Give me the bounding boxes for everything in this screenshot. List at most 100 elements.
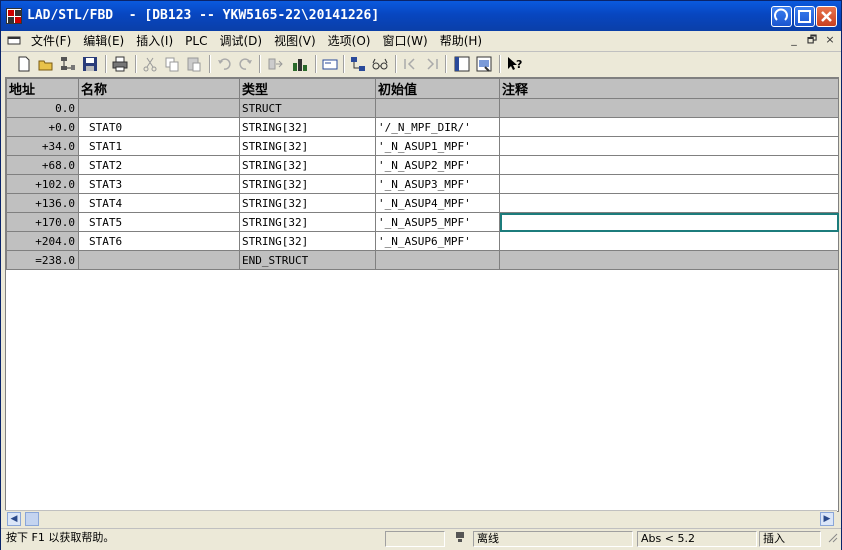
cell-name[interactable]: STAT5 xyxy=(78,212,240,232)
copy-icon[interactable] xyxy=(163,55,181,73)
cell-name[interactable]: STAT2 xyxy=(78,155,240,175)
cell-address[interactable]: =238.0 xyxy=(6,250,79,270)
cell-type[interactable]: STRING[32] xyxy=(239,174,376,194)
cell-name[interactable]: STAT0 xyxy=(78,117,240,137)
menu-item-2[interactable]: 插入(I) xyxy=(130,33,179,49)
print-icon[interactable] xyxy=(111,55,129,73)
cell-type[interactable]: STRING[32] xyxy=(239,155,376,175)
open-folder-icon[interactable] xyxy=(37,55,55,73)
scroll-right-button[interactable]: ▶ xyxy=(820,512,834,526)
table-row[interactable]: 0.0 STRUCT xyxy=(6,98,839,118)
mdi-child-icon[interactable] xyxy=(7,35,21,46)
cell-initial-value[interactable] xyxy=(375,250,500,270)
cell-initial-value[interactable]: '_N_ASUP1_MPF' xyxy=(375,136,500,156)
cell-initial-value[interactable]: '/_N_MPF_DIR/' xyxy=(375,117,500,137)
table-row[interactable]: =238.0 END_STRUCT xyxy=(6,250,839,270)
menu-item-0[interactable]: 文件(F) xyxy=(25,33,77,49)
context-help-icon[interactable]: ? xyxy=(505,55,523,73)
mdi-minimize-button[interactable]: _ xyxy=(787,33,801,47)
last-icon[interactable] xyxy=(423,55,441,73)
cell-address[interactable]: +170.0 xyxy=(6,212,79,232)
table-row[interactable]: +204.0 STAT6 STRING[32] '_N_ASUP6_MPF' xyxy=(6,231,839,251)
cell-comment[interactable] xyxy=(499,212,839,232)
paste-icon[interactable] xyxy=(185,55,203,73)
header-address[interactable]: 地址 xyxy=(6,78,79,99)
undo-icon[interactable] xyxy=(215,55,233,73)
monitor-icon[interactable] xyxy=(291,55,309,73)
cell-address[interactable]: +136.0 xyxy=(6,193,79,213)
cell-type[interactable]: END_STRUCT xyxy=(239,250,376,270)
menu-item-8[interactable]: 帮助(H) xyxy=(434,33,488,49)
menu-item-4[interactable]: 调试(D) xyxy=(213,33,268,49)
cell-initial-value[interactable]: '_N_ASUP5_MPF' xyxy=(375,212,500,232)
cell-type[interactable]: STRING[32] xyxy=(239,212,376,232)
cell-address[interactable]: +68.0 xyxy=(6,155,79,175)
title-bar[interactable]: LAD/STL/FBD - [DB123 -- YKW5165-22\20141… xyxy=(1,1,841,31)
cell-name[interactable]: STAT3 xyxy=(78,174,240,194)
cell-comment[interactable] xyxy=(499,117,839,137)
menu-item-7[interactable]: 窗口(W) xyxy=(376,33,433,49)
cell-address[interactable]: +102.0 xyxy=(6,174,79,194)
cell-initial-value[interactable] xyxy=(375,98,500,118)
close-button[interactable] xyxy=(816,6,837,27)
table-row[interactable]: +0.0 STAT0 STRING[32] '/_N_MPF_DIR/' xyxy=(6,117,839,137)
horizontal-scrollbar[interactable]: ◀ ▶ xyxy=(5,510,837,527)
maximize-button[interactable] xyxy=(794,6,815,27)
minimize-button[interactable] xyxy=(771,6,792,27)
resize-grip-icon[interactable] xyxy=(823,531,839,547)
cell-name[interactable] xyxy=(78,250,240,270)
cell-comment[interactable] xyxy=(499,98,839,118)
cell-type[interactable]: STRUCT xyxy=(239,98,376,118)
cell-comment[interactable] xyxy=(499,155,839,175)
scroll-left-button[interactable]: ◀ xyxy=(7,512,21,526)
declaration-view-icon[interactable] xyxy=(321,55,339,73)
scroll-thumb[interactable] xyxy=(25,512,39,526)
cell-name[interactable]: STAT1 xyxy=(78,136,240,156)
overview-icon[interactable] xyxy=(453,55,471,73)
cell-initial-value[interactable]: '_N_ASUP2_MPF' xyxy=(375,155,500,175)
cell-comment[interactable] xyxy=(499,136,839,156)
header-initial-value[interactable]: 初始值 xyxy=(375,78,500,99)
network-icon[interactable] xyxy=(349,55,367,73)
menu-item-1[interactable]: 编辑(E) xyxy=(77,33,130,49)
declaration-table-area[interactable]: 地址 名称 类型 初始值 注释 0.0 STRUCT +0.0 STAT0 STRING… xyxy=(5,77,839,512)
table-row[interactable]: +102.0 STAT3 STRING[32] '_N_ASUP3_MPF' xyxy=(6,174,839,194)
cell-type[interactable]: STRING[32] xyxy=(239,117,376,137)
header-comment[interactable]: 注释 xyxy=(499,78,839,99)
cell-initial-value[interactable]: '_N_ASUP3_MPF' xyxy=(375,174,500,194)
mdi-restore-button[interactable]: 🗗 xyxy=(805,33,819,47)
mdi-close-button[interactable]: × xyxy=(823,33,837,47)
cell-name[interactable]: STAT4 xyxy=(78,193,240,213)
cell-address[interactable]: +204.0 xyxy=(6,231,79,251)
table-row[interactable]: +170.0 STAT5 STRING[32] '_N_ASUP5_MPF' xyxy=(6,212,839,232)
cell-name[interactable] xyxy=(78,98,240,118)
detail-view-icon[interactable] xyxy=(475,55,493,73)
glasses-icon[interactable] xyxy=(371,55,389,73)
first-icon[interactable] xyxy=(401,55,419,73)
cell-address[interactable]: +0.0 xyxy=(6,117,79,137)
redo-icon[interactable] xyxy=(237,55,255,73)
menu-item-3[interactable]: PLC xyxy=(179,33,213,49)
menu-item-5[interactable]: 视图(V) xyxy=(268,33,322,49)
table-row[interactable]: +68.0 STAT2 STRING[32] '_N_ASUP2_MPF' xyxy=(6,155,839,175)
new-file-icon[interactable] xyxy=(15,55,33,73)
table-row[interactable]: +136.0 STAT4 STRING[32] '_N_ASUP4_MPF' xyxy=(6,193,839,213)
cell-initial-value[interactable]: '_N_ASUP4_MPF' xyxy=(375,193,500,213)
cell-comment[interactable] xyxy=(499,193,839,213)
cut-icon[interactable] xyxy=(141,55,159,73)
cell-type[interactable]: STRING[32] xyxy=(239,193,376,213)
cell-address[interactable]: 0.0 xyxy=(6,98,79,118)
cell-initial-value[interactable]: '_N_ASUP6_MPF' xyxy=(375,231,500,251)
download-icon[interactable] xyxy=(267,55,285,73)
header-type[interactable]: 类型 xyxy=(239,78,376,99)
header-name[interactable]: 名称 xyxy=(78,78,240,99)
table-row[interactable]: +34.0 STAT1 STRING[32] '_N_ASUP1_MPF' xyxy=(6,136,839,156)
cell-comment[interactable] xyxy=(499,174,839,194)
cell-comment[interactable] xyxy=(499,231,839,251)
save-icon[interactable] xyxy=(81,55,99,73)
cell-comment[interactable] xyxy=(499,250,839,270)
cell-type[interactable]: STRING[32] xyxy=(239,136,376,156)
accessible-nodes-icon[interactable] xyxy=(59,55,77,73)
menu-item-6[interactable]: 选项(O) xyxy=(322,33,377,49)
cell-name[interactable]: STAT6 xyxy=(78,231,240,251)
